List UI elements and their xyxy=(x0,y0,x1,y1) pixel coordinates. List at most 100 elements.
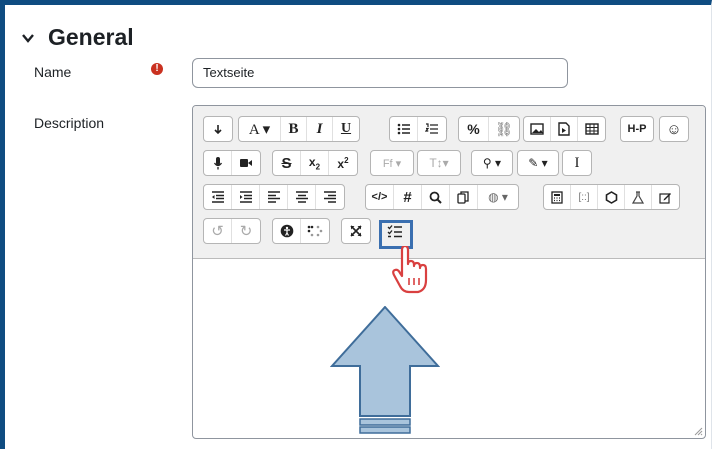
unlink-button[interactable]: ⛓ xyxy=(489,117,519,141)
toolbar-group-tools: </> # ◍ ▾ xyxy=(365,184,519,210)
image-button[interactable] xyxy=(524,117,551,141)
accessibility-button[interactable] xyxy=(273,219,301,243)
toolbar-group-links: % ⛓ xyxy=(458,116,520,142)
font-size-button[interactable]: A ▾ xyxy=(239,117,281,141)
editor-content-area[interactable] xyxy=(193,258,705,438)
fullscreen-icon xyxy=(350,225,362,237)
language-button[interactable]: ◍ ▾ xyxy=(478,185,518,209)
clear-formatting-button[interactable]: I xyxy=(563,151,591,175)
braille-button[interactable] xyxy=(301,219,329,243)
media-button[interactable] xyxy=(551,117,578,141)
superscript-button[interactable]: x2 xyxy=(329,151,357,175)
italic-button[interactable]: I xyxy=(307,117,333,141)
brackets-button[interactable]: [::] xyxy=(571,185,598,209)
align-left-icon xyxy=(267,191,280,203)
toolbar-group-record xyxy=(203,150,261,176)
strikethrough-icon: S xyxy=(281,154,292,172)
highlight-icon: ⚲ ▾ xyxy=(482,156,502,170)
calculator-icon xyxy=(551,190,563,204)
toolbar-group-font-family: Ff ▾ xyxy=(370,150,414,176)
align-right-icon xyxy=(324,191,336,203)
underline-button[interactable]: U xyxy=(333,117,359,141)
search-icon xyxy=(429,191,442,204)
toolbar-group-media xyxy=(523,116,606,142)
toolbar-group-history: ↺ ↻ xyxy=(203,218,261,244)
html-button[interactable]: </> xyxy=(366,185,394,209)
fullscreen-button[interactable] xyxy=(342,219,370,243)
font-color-button[interactable]: ✎ ▾ xyxy=(518,151,558,175)
editor-toolbar: A ▾ B I U % ⛓ H-P ☺ S x2 x2 Ff ▾ T↕▾ ⚲ ▾… xyxy=(193,106,705,259)
ordered-list-button[interactable] xyxy=(418,117,446,141)
record-video-button[interactable] xyxy=(232,151,260,175)
image-icon xyxy=(530,123,544,135)
search-button[interactable] xyxy=(422,185,450,209)
shape-button[interactable] xyxy=(598,185,625,209)
outdent-button[interactable] xyxy=(204,185,232,209)
toolbar-group-clear: I xyxy=(562,150,592,176)
record-video-icon xyxy=(240,159,252,167)
collapse-button[interactable] xyxy=(204,117,232,141)
section-title: General xyxy=(48,24,134,50)
align-center-icon xyxy=(295,191,308,203)
flask-icon xyxy=(632,190,644,204)
toolbar-group-align xyxy=(203,184,345,210)
unordered-list-icon xyxy=(397,123,410,135)
emoji-button[interactable]: ☺ xyxy=(660,117,688,141)
link-button[interactable]: % xyxy=(459,117,489,141)
flask-button[interactable] xyxy=(625,185,652,209)
subscript-icon: x2 xyxy=(308,154,321,172)
redo-button[interactable]: ↻ xyxy=(232,219,260,243)
h5p-icon: H-P xyxy=(627,123,647,135)
shape-icon xyxy=(605,190,617,204)
highlight-button[interactable]: ⚲ ▾ xyxy=(472,151,512,175)
font-family-button[interactable]: Ff ▾ xyxy=(371,151,413,175)
language-icon: ◍ ▾ xyxy=(488,190,508,204)
ordered-list-icon xyxy=(425,123,438,134)
align-left-button[interactable] xyxy=(260,185,288,209)
toolbar-group-accessibility xyxy=(272,218,330,244)
h5p-button[interactable]: H-P xyxy=(621,117,653,141)
copy-button[interactable] xyxy=(450,185,478,209)
highlight-box xyxy=(379,220,413,249)
align-center-button[interactable] xyxy=(288,185,316,209)
undo-button[interactable]: ↺ xyxy=(204,219,232,243)
hashtag-button[interactable]: # xyxy=(394,185,422,209)
align-right-button[interactable] xyxy=(316,185,344,209)
toolbar-group-h5p: H-P xyxy=(620,116,654,142)
brackets-icon: [::] xyxy=(578,191,590,203)
unordered-list-button[interactable] xyxy=(390,117,418,141)
hashtag-icon: # xyxy=(403,188,412,206)
toolbar-group-emoji: ☺ xyxy=(659,116,689,142)
toolbar-group-font-color: ✎ ▾ xyxy=(517,150,559,176)
bold-icon: B xyxy=(288,120,299,137)
braille-icon xyxy=(307,225,323,237)
resize-handle-icon[interactable] xyxy=(693,426,703,436)
indent-button[interactable] xyxy=(232,185,260,209)
toolbar-group-highlight: ⚲ ▾ xyxy=(471,150,513,176)
toolbar-group-insert: [::] xyxy=(543,184,680,210)
bold-button[interactable]: B xyxy=(281,117,307,141)
table-button[interactable] xyxy=(578,117,605,141)
toolbar-group-script: S x2 x2 xyxy=(272,150,358,176)
unlink-icon: ⛓ xyxy=(495,120,513,137)
redo-icon: ↻ xyxy=(239,223,253,240)
section-header-general[interactable]: General xyxy=(20,24,134,51)
strikethrough-button[interactable]: S xyxy=(273,151,301,175)
calculator-button[interactable] xyxy=(544,185,571,209)
chevron-down-icon xyxy=(22,33,34,43)
toolbar-group-fullscreen xyxy=(341,218,371,244)
subscript-button[interactable]: x2 xyxy=(301,151,329,175)
font-size-select-icon: T↕▾ xyxy=(429,156,449,170)
edit-icon xyxy=(659,192,671,204)
name-input[interactable]: Textseite xyxy=(192,58,568,88)
font-size-select-button[interactable]: T↕▾ xyxy=(418,151,460,175)
record-audio-button[interactable] xyxy=(204,151,232,175)
underline-icon: U xyxy=(340,121,352,136)
font-size-icon: A ▾ xyxy=(248,121,271,138)
emoji-icon: ☺ xyxy=(666,120,682,138)
up-arrow-icon xyxy=(330,306,440,434)
outdent-icon xyxy=(211,191,224,203)
name-label: Name xyxy=(34,64,72,80)
hand-pointer-icon xyxy=(392,246,428,294)
edit-button[interactable] xyxy=(652,185,679,209)
